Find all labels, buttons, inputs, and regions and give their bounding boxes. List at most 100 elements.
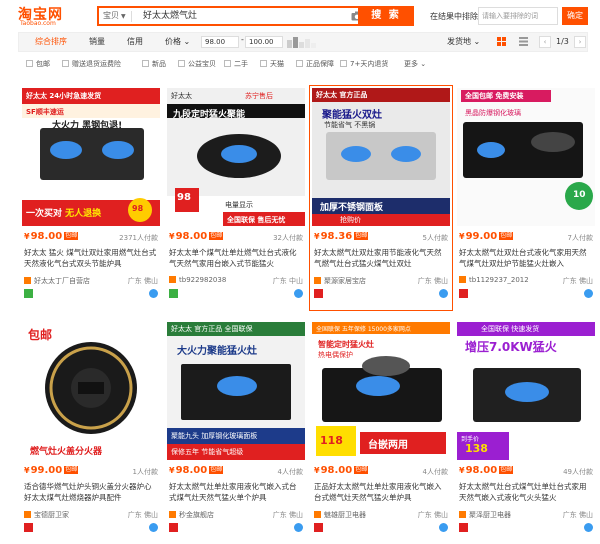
location: 广东 佛山 <box>562 277 593 285</box>
wangwang-chat-icon[interactable] <box>149 289 158 298</box>
exclude-input[interactable]: 请输入要排除的词 <box>478 7 558 25</box>
product-title-link[interactable]: 好太太燃气灶双灶台式液化气家用天然气煤气灶双灶炉节能猛火灶嵌入 <box>459 247 593 269</box>
sort-default[interactable]: 综合排序 <box>35 33 67 51</box>
wangwang-chat-icon[interactable] <box>149 523 158 532</box>
shop-link[interactable]: tb922982038 <box>169 276 226 284</box>
search-button[interactable]: 搜 索 <box>358 6 414 26</box>
wangwang-chat-icon[interactable] <box>294 523 303 532</box>
product-price: ¥99.00 包邮 <box>24 465 79 476</box>
filter-7day-return[interactable]: 7+天内退货 <box>340 59 388 69</box>
search-type-select[interactable]: 宝贝 ▼ <box>103 10 126 21</box>
checkbox[interactable] <box>224 60 231 67</box>
product-title-link[interactable]: 好太太 猛火 煤气灶双灶家用燃气灶台式天然液化气台式双头节能炉具 <box>24 247 158 269</box>
product-card[interactable]: 全国联保 五年保修 15000多家网点 智能定时猛火灶 热电偶保护 118 台嵌… <box>310 320 452 544</box>
price-max-input[interactable]: 100.00 <box>245 36 283 48</box>
checkbox[interactable] <box>142 60 149 67</box>
tagline-text: 节能省气 不黑锅 <box>324 121 376 129</box>
next-page-button[interactable]: › <box>574 36 586 48</box>
checkbox[interactable] <box>62 60 69 67</box>
filter-new[interactable]: 新品 <box>142 59 166 69</box>
product-title-link[interactable]: 好太太燃气灶双灶家用节能液化气天然气燃气灶台式猛火煤气灶双灶 <box>314 247 448 269</box>
footer-text: 抢购价 <box>340 216 361 224</box>
product-price: ¥99.00 包邮 <box>459 231 514 242</box>
sales-count: 1人付款 <box>132 468 158 476</box>
wangwang-chat-icon[interactable] <box>584 289 593 298</box>
product-image[interactable]: 包邮 燃气灶火盖分火器 <box>22 322 160 460</box>
product-image[interactable]: 全国联保 五年保修 15000多家网点 智能定时猛火灶 热电偶保护 118 台嵌… <box>312 322 450 460</box>
service-icon <box>314 289 323 298</box>
price-tag: 98 <box>132 204 144 213</box>
wangwang-chat-icon[interactable] <box>294 289 303 298</box>
wangwang-chat-icon[interactable] <box>439 523 448 532</box>
badge-text: 苏宁售后 <box>245 92 273 100</box>
product-card[interactable]: 好太太 24小时急速发货 SF顺丰速运 大火力 黑钢包退! 一次买对 无人退换 … <box>20 86 162 310</box>
free-shipping-badge: 包邮 <box>354 232 369 240</box>
location: 广东 佛山 <box>562 511 593 519</box>
shop-link[interactable]: 秒金旗舰店 <box>169 510 214 520</box>
sort-credit[interactable]: 信用 <box>127 33 143 51</box>
product-card[interactable]: 好太太 官方正品 全国联保 大火力聚能猛火灶 聚能九头 加厚钢化玻璃面板 保修五… <box>165 320 307 544</box>
logo-subtext: Taobao.com <box>20 20 56 27</box>
product-image[interactable]: 全国联保 快速发货 增压7.0KW猛火 到手价 138 <box>457 322 595 460</box>
filter-return-insurance[interactable]: 赠送退货运费险 <box>62 59 121 69</box>
service-icons <box>314 289 326 299</box>
checkbox[interactable] <box>260 60 267 67</box>
product-title-link[interactable]: 好太太燃气灶单灶家用液化气嵌入式台式煤气灶天然气猛火单个炉具 <box>169 481 303 503</box>
price-tag: 118 <box>320 434 343 447</box>
shop-link[interactable]: 聚泽厨卫电器 <box>459 510 511 520</box>
product-card[interactable]: 好太太 官方正品 聚能猛火双灶 节能省气 不黑锅 加厚不锈钢面板 抢购价 ¥98… <box>309 85 453 311</box>
product-card[interactable]: 全国包邮 免费安装 黑晶防爆钢化玻璃 10 ¥99.00 包邮 7人付款 好太太燃… <box>455 86 597 310</box>
wangwang-chat-icon[interactable] <box>439 289 448 298</box>
shop-link[interactable]: 聚源家居宝店 <box>314 276 366 286</box>
filter-free-shipping[interactable]: 包邮 <box>26 59 50 69</box>
service-icons <box>169 523 181 533</box>
checkbox[interactable] <box>340 60 347 67</box>
shop-icon <box>24 511 31 518</box>
product-title-link[interactable]: 正品好太太燃气灶单灶家用液化气嵌入台式燃气灶天然气猛火单炉具 <box>314 481 448 503</box>
product-image[interactable]: 好太太 24小时急速发货 SF顺丰速运 大火力 黑钢包退! 一次买对 无人退换 … <box>22 88 160 226</box>
shop-link[interactable]: 魅雄厨卫电器 <box>314 510 366 520</box>
product-card[interactable]: 包邮 燃气灶火盖分火器 ¥99.00 包邮 1人付款 适合德华燃气灶炉头铜火盖分火… <box>20 320 162 544</box>
shop-link[interactable]: 好太太丁厂自营店 <box>24 276 90 286</box>
price-min-input[interactable]: 98.00 <box>201 36 239 48</box>
wangwang-chat-icon[interactable] <box>584 523 593 532</box>
search-input[interactable]: 好太太燃气灶 <box>143 9 197 23</box>
shop-link[interactable]: 宝德厨卫家 <box>24 510 69 520</box>
sort-price[interactable]: 价格 ⌄ <box>165 33 190 51</box>
shop-icon <box>459 511 466 518</box>
shop-link[interactable]: tb1129237_2012 <box>459 276 529 284</box>
taobao-logo[interactable]: 淘宝网 Taobao.com <box>18 4 88 28</box>
exclude-confirm-button[interactable]: 确定 <box>562 7 588 25</box>
product-image[interactable]: 好太太 官方正品 全国联保 大火力聚能猛火灶 聚能九头 加厚钢化玻璃面板 保修五… <box>167 322 305 460</box>
checkbox[interactable] <box>296 60 303 67</box>
product-title-link[interactable]: 好太太单个煤气灶单灶燃气灶台式液化气天然气家用台嵌入式节能猛火 <box>169 247 303 269</box>
product-image[interactable]: 好太太 苏宁售后 九段定时猛火聚能 98 电量显示 全国联保 售后无忧 <box>167 88 305 226</box>
product-image[interactable]: 全国包邮 免费安装 黑晶防爆钢化玻璃 10 <box>457 88 595 226</box>
checkbox[interactable] <box>178 60 185 67</box>
filter-genuine[interactable]: 正品保障 <box>296 59 334 69</box>
filter-charity[interactable]: 公益宝贝 <box>178 59 216 69</box>
filter-tmall[interactable]: 天猫 <box>260 59 284 69</box>
price-distribution-icon[interactable] <box>287 36 317 48</box>
chevron-down-icon: ▼ <box>121 13 126 20</box>
grid-view-icon[interactable] <box>497 37 506 46</box>
product-card[interactable]: 全国联保 快速发货 增压7.0KW猛火 到手价 138 ¥98.00 包邮 49人… <box>455 320 597 544</box>
free-shipping-badge: 包邮 <box>64 466 79 474</box>
shop-icon <box>314 511 321 518</box>
location: 广东 佛山 <box>417 277 448 285</box>
filter-more[interactable]: 更多 ⌄ <box>404 59 426 69</box>
list-view-icon[interactable] <box>519 37 528 46</box>
product-card[interactable]: 好太太 苏宁售后 九段定时猛火聚能 98 电量显示 全国联保 售后无忧 ¥98.… <box>165 86 307 310</box>
ship-from-select[interactable]: 发货地 ⌄ <box>447 33 480 51</box>
location: 广东 佛山 <box>272 511 303 519</box>
product-title-link[interactable]: 好太太燃气灶台式煤气灶单灶台式家用天然气嵌入式液化气火头猛火 <box>459 481 593 503</box>
prev-page-button[interactable]: ‹ <box>539 36 551 48</box>
product-title-link[interactable]: 适合德华燃气灶炉头铜火盖分火器炉心好太太煤气灶燃烧器炉具配件 <box>24 481 158 503</box>
filter-second-hand[interactable]: 二手 <box>224 59 248 69</box>
product-image[interactable]: 好太太 官方正品 聚能猛火双灶 节能省气 不黑锅 加厚不锈钢面板 抢购价 <box>312 88 450 226</box>
checkbox[interactable] <box>26 60 33 67</box>
sales-count: 7人付款 <box>567 234 593 242</box>
service-icons <box>24 523 36 533</box>
service-icons <box>459 523 471 533</box>
sort-sales[interactable]: 销量 <box>89 33 105 51</box>
